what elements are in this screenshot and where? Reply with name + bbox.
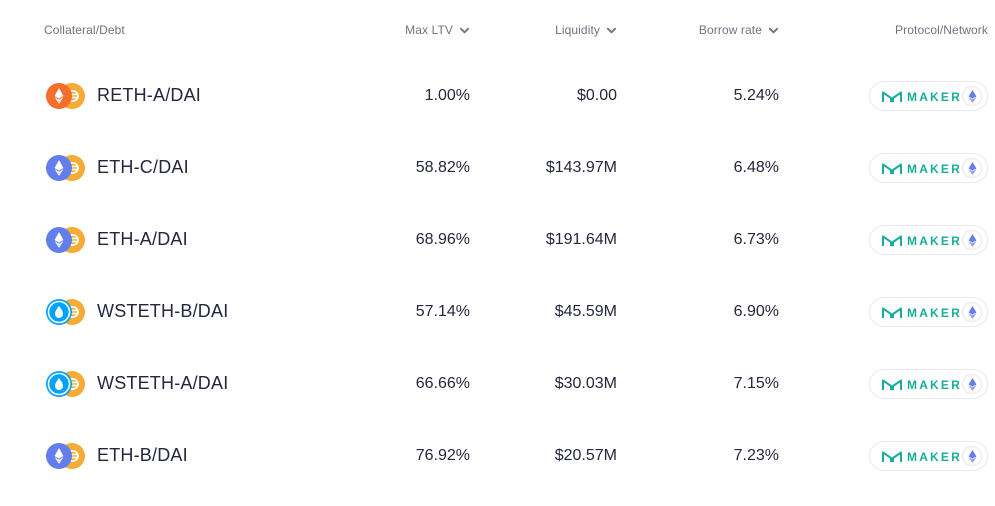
borrow-rate-value: 6.48% xyxy=(733,159,779,176)
max-ltv-value: 66.66% xyxy=(415,375,470,392)
eth-icon xyxy=(46,443,72,469)
borrow-rate-value: 6.73% xyxy=(733,231,779,248)
liquidity-value: $30.03M xyxy=(554,375,617,392)
liquidity-value: $0.00 xyxy=(576,87,617,104)
column-header-liquidity[interactable]: Liquidity xyxy=(555,23,617,37)
token-pair-icon xyxy=(46,155,86,181)
borrow-rate-value: 5.24% xyxy=(733,87,779,104)
protocol-badge[interactable]: MAKER xyxy=(869,369,988,399)
pool-name[interactable]: WSTETH-B/DAI xyxy=(97,301,228,322)
pool-name[interactable]: RETH-A/DAI xyxy=(97,85,201,106)
protocol-badge[interactable]: MAKER xyxy=(869,153,988,183)
column-header-protocol-network: Protocol/Network xyxy=(895,23,988,37)
protocol-name: MAKER xyxy=(907,162,962,176)
maker-logo-icon xyxy=(882,163,902,174)
network-badge xyxy=(962,374,982,394)
table-row[interactable]: WSTETH-A/DAI 66.66% $30.03M 7.15% MAKER xyxy=(0,348,995,420)
network-badge xyxy=(962,86,982,106)
token-pair-icon xyxy=(46,299,86,325)
max-ltv-value: 68.96% xyxy=(415,231,470,248)
liquidity-value: $191.64M xyxy=(545,231,617,248)
chevron-down-icon xyxy=(606,27,617,33)
network-badge xyxy=(962,230,982,250)
protocol-name: MAKER xyxy=(907,378,962,392)
column-header-label: Collateral/Debt xyxy=(44,23,125,37)
protocol-name: MAKER xyxy=(907,306,962,320)
maker-logo-icon xyxy=(882,379,902,390)
token-pair-icon xyxy=(46,83,86,109)
column-header-label: Protocol/Network xyxy=(895,23,988,37)
table-row[interactable]: ETH-B/DAI 76.92% $20.57M 7.23% MAKER xyxy=(0,420,995,492)
maker-logo-icon xyxy=(882,451,902,462)
wsteth-icon xyxy=(46,371,72,397)
column-header-label: Max LTV xyxy=(405,23,453,37)
ethereum-icon xyxy=(968,90,977,103)
reth-icon xyxy=(46,83,72,109)
token-pair-icon xyxy=(46,443,86,469)
protocol-name: MAKER xyxy=(907,450,962,464)
liquidity-value: $20.57M xyxy=(554,447,617,464)
column-header-label: Liquidity xyxy=(555,23,600,37)
pool-name[interactable]: WSTETH-A/DAI xyxy=(97,373,228,394)
protocol-name: MAKER xyxy=(907,90,962,104)
max-ltv-value: 57.14% xyxy=(415,303,470,320)
ethereum-icon xyxy=(968,306,977,319)
borrow-rate-value: 7.23% xyxy=(733,447,779,464)
table-header: Collateral/Debt Max LTV Liquidity Borrow… xyxy=(0,0,995,62)
maker-logo-icon xyxy=(882,235,902,246)
column-header-label: Borrow rate xyxy=(698,23,762,37)
column-header-borrow-rate[interactable]: Borrow rate xyxy=(699,23,779,37)
table-row[interactable]: ETH-C/DAI 58.82% $143.97M 6.48% MAKER xyxy=(0,132,995,204)
column-header-collateral-debt: Collateral/Debt xyxy=(44,23,125,37)
maker-logo-icon xyxy=(882,91,902,102)
token-pair-icon xyxy=(46,227,86,253)
protocol-name: MAKER xyxy=(907,234,962,248)
eth-icon xyxy=(46,227,72,253)
borrow-rate-value: 6.90% xyxy=(733,303,779,320)
max-ltv-value: 58.82% xyxy=(415,159,470,176)
column-header-max-ltv[interactable]: Max LTV xyxy=(405,23,470,37)
protocol-badge[interactable]: MAKER xyxy=(869,441,988,471)
eth-icon xyxy=(46,155,72,181)
table-row[interactable]: WSTETH-B/DAI 57.14% $45.59M 6.90% MAKER xyxy=(0,276,995,348)
ethereum-icon xyxy=(968,234,977,247)
network-badge xyxy=(962,302,982,322)
ethereum-icon xyxy=(968,450,977,463)
borrow-rate-value: 7.15% xyxy=(733,375,779,392)
max-ltv-value: 1.00% xyxy=(424,87,470,104)
protocol-badge[interactable]: MAKER xyxy=(869,297,988,327)
chevron-down-icon xyxy=(459,27,470,33)
table-row[interactable]: ETH-A/DAI 68.96% $191.64M 6.73% MAKER xyxy=(0,204,995,276)
protocol-badge[interactable]: MAKER xyxy=(869,225,988,255)
pool-name[interactable]: ETH-B/DAI xyxy=(97,445,188,466)
chevron-down-icon xyxy=(768,27,779,33)
liquidity-value: $143.97M xyxy=(545,159,617,176)
network-badge xyxy=(962,446,982,466)
network-badge xyxy=(962,158,982,178)
max-ltv-value: 76.92% xyxy=(415,447,470,464)
wsteth-icon xyxy=(46,299,72,325)
ethereum-icon xyxy=(968,378,977,391)
ethereum-icon xyxy=(968,162,977,175)
maker-logo-icon xyxy=(882,307,902,318)
table-row[interactable]: RETH-A/DAI 1.00% $0.00 5.24% MAKER xyxy=(0,60,995,132)
pool-name[interactable]: ETH-A/DAI xyxy=(97,229,188,250)
token-pair-icon xyxy=(46,371,86,397)
pool-name[interactable]: ETH-C/DAI xyxy=(97,157,189,178)
pool-table-body: RETH-A/DAI 1.00% $0.00 5.24% MAKER ETH-C… xyxy=(0,60,995,492)
liquidity-value: $45.59M xyxy=(554,303,617,320)
protocol-badge[interactable]: MAKER xyxy=(869,81,988,111)
